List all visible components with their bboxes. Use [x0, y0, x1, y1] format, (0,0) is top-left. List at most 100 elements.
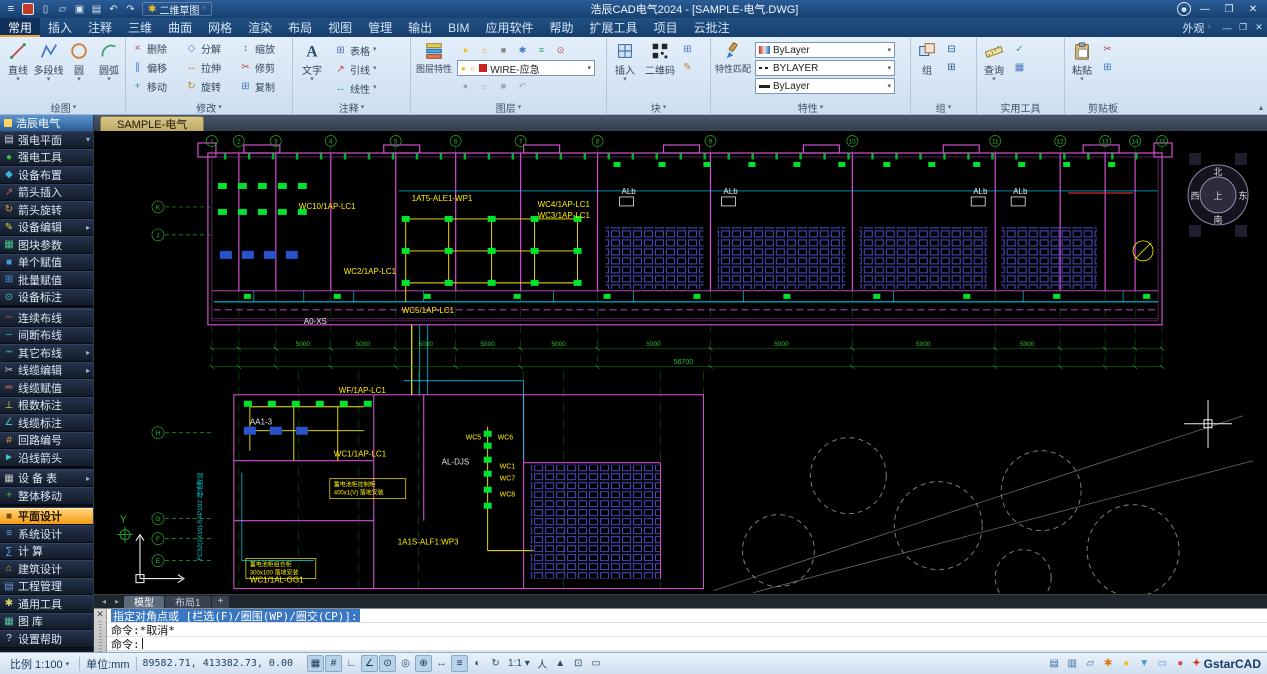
sidebar-item-图库[interactable]: ▦图 库: [0, 613, 93, 631]
sidebar-item-线缆标注[interactable]: ∠线缆标注: [0, 414, 93, 432]
sidebar-item-设备标注[interactable]: ⊙设备标注: [0, 289, 93, 307]
sidebar-item-通用工具[interactable]: ✱通用工具: [0, 595, 93, 613]
modify-rotate-button[interactable]: ↻旋转: [182, 77, 236, 95]
panel-label-utilities[interactable]: 实用工具: [979, 100, 1062, 114]
doc-restore-button[interactable]: ❐: [1235, 18, 1251, 37]
command-window-grip[interactable]: ✕: [94, 609, 107, 652]
modify-offset-button[interactable]: ∥偏移: [128, 58, 182, 76]
layer-isolate-icon[interactable]: ✱: [514, 42, 531, 59]
menu-tab-常用[interactable]: 常用: [0, 18, 40, 37]
modify-move-button[interactable]: +移动: [128, 77, 182, 95]
open-file-icon[interactable]: ▱: [55, 2, 70, 16]
sidebar-item-系统设计[interactable]: ≡系统设计: [0, 525, 93, 543]
app-logo-icon[interactable]: [22, 3, 34, 15]
sidebar-item-设备布置[interactable]: ◆设备布置: [0, 166, 93, 184]
menu-tab-网格[interactable]: 网格: [200, 18, 240, 37]
restore-button[interactable]: ❐: [1219, 2, 1239, 17]
polyline-button[interactable]: 多段线 ▾: [34, 39, 63, 83]
tab-scroll-left-icon[interactable]: ◂: [98, 597, 110, 606]
transparency-toggle[interactable]: ◐: [469, 655, 486, 672]
menu-tab-渲染[interactable]: 渲染: [240, 18, 280, 37]
sidebar-item-间断布线[interactable]: ┄间断布线: [0, 327, 93, 345]
menu-tab-曲面[interactable]: 曲面: [160, 18, 200, 37]
layer-lock-icon[interactable]: ■: [495, 42, 512, 59]
undo-icon[interactable]: ↶: [106, 2, 121, 16]
sidebar-item-设备编辑[interactable]: ✎设备编辑▸: [0, 219, 93, 237]
tab-scroll-right-icon[interactable]: ▸: [111, 597, 123, 606]
tips-bulb-icon[interactable]: ●: [1118, 656, 1134, 672]
app-menu-icon[interactable]: ≡: [4, 3, 18, 15]
brand-logo[interactable]: ✦ GstarCAD: [1192, 657, 1261, 671]
sidebar-item-强电工具[interactable]: ●强电工具: [0, 149, 93, 167]
menu-tab-插入[interactable]: 插入: [40, 18, 80, 37]
layer-properties-button[interactable]: 图层特性: [413, 39, 455, 75]
workspace-switcher[interactable]: ✱ 二维草图 ▾: [142, 2, 212, 16]
modify-stretch-button[interactable]: ↔拉伸: [182, 58, 236, 76]
panel-label-layer[interactable]: 图层▾: [413, 100, 604, 114]
appearance-menu[interactable]: 外观 ▾: [1174, 18, 1219, 37]
annotation-scale-control[interactable]: 1:1 ▾: [505, 655, 533, 672]
menu-tab-输出[interactable]: 输出: [400, 18, 440, 37]
drawing-canvas[interactable]: 北南西东上: [94, 131, 1267, 594]
cut-icon[interactable]: ✂: [1099, 41, 1116, 58]
osnap-toggle[interactable]: ⊙: [379, 655, 396, 672]
leader-button[interactable]: ↗引线▾: [331, 60, 380, 78]
message-icon[interactable]: ▭: [1154, 656, 1170, 672]
sidebar-item-强电平面[interactable]: ▤强电平面▾: [0, 131, 93, 149]
insert-block-button[interactable]: 插入 ▾: [609, 39, 641, 83]
sidebar-item-根数标注[interactable]: ⊥根数标注: [0, 397, 93, 415]
text-button[interactable]: A 文字 ▾: [295, 39, 329, 83]
graphics-config-icon[interactable]: ▥: [1064, 656, 1080, 672]
annotation-monitor-toggle[interactable]: 人: [534, 655, 551, 672]
doc-close-button[interactable]: ✕: [1251, 18, 1267, 37]
modify-scale-button[interactable]: ↕缩放: [236, 39, 290, 57]
panel-label-draw[interactable]: 绘图▾: [4, 100, 123, 114]
panel-label-group[interactable]: 组▾: [913, 100, 974, 114]
modify-trim-button[interactable]: ✂修剪: [236, 58, 290, 76]
notification-badge-icon[interactable]: ●: [1172, 656, 1188, 672]
group-button[interactable]: 组: [913, 39, 941, 77]
panel-label-properties[interactable]: 特性▾: [713, 100, 908, 114]
settings-gear-icon[interactable]: ✱: [1100, 656, 1116, 672]
minimize-button[interactable]: —: [1195, 2, 1215, 17]
isolate-objects-toggle[interactable]: ▲: [552, 655, 569, 672]
layer-thaw-icon[interactable]: ☼: [476, 78, 493, 95]
document-tab[interactable]: SAMPLE-电气: [100, 116, 204, 131]
lineweight-toggle[interactable]: ≡: [451, 655, 468, 672]
layout-tab-布局1[interactable]: 布局1: [165, 596, 211, 608]
color-control-dropdown[interactable]: ByLayer ▾: [755, 42, 895, 58]
menu-tab-云批注[interactable]: 云批注: [686, 18, 738, 37]
arc-button[interactable]: 圆弧 ▾: [95, 39, 123, 83]
grid-toggle[interactable]: ▦: [307, 655, 324, 672]
qrcode-button[interactable]: 二维码: [643, 39, 677, 77]
line-button[interactable]: 直线 ▾: [4, 39, 32, 83]
sidebar-item-计算[interactable]: ∑计 算: [0, 543, 93, 561]
command-drag-handle[interactable]: [99, 621, 102, 652]
menu-tab-管理[interactable]: 管理: [360, 18, 400, 37]
sidebar-item-箭头旋转[interactable]: ↻箭头旋转: [0, 201, 93, 219]
hardware-accel-toggle[interactable]: ⊡: [570, 655, 587, 672]
match-properties-button[interactable]: 特性匹配: [713, 39, 753, 75]
sidebar-item-其它布线[interactable]: ┉其它布线▸: [0, 344, 93, 362]
sidebar-item-线缆赋值[interactable]: ═线缆赋值: [0, 379, 93, 397]
paste-button[interactable]: 粘贴 ▾: [1067, 39, 1097, 83]
modify-erase-button[interactable]: ×删除: [128, 39, 182, 57]
ungroup-icon[interactable]: ⊟: [943, 41, 960, 58]
drawing-viewport[interactable]: 北南西东上: [94, 131, 1267, 594]
table-button[interactable]: ⊞表格▾: [331, 41, 380, 59]
dynamic-input-toggle[interactable]: ↔: [433, 655, 450, 672]
layer-on-icon[interactable]: ●: [457, 42, 474, 59]
command-input-line[interactable]: 命令:: [107, 637, 1267, 651]
sidebar-item-回路编号[interactable]: #回路编号: [0, 432, 93, 450]
modify-copy-button[interactable]: ⊞复制: [236, 77, 290, 95]
panel-label-annotate[interactable]: 注释▾: [295, 100, 408, 114]
new-layout-tab-button[interactable]: +: [212, 596, 230, 608]
user-account-icon[interactable]: ☻: [1177, 2, 1191, 16]
panel-toggle-icon[interactable]: ▱: [1082, 656, 1098, 672]
calculator-icon[interactable]: ▦: [1011, 59, 1028, 76]
sidebar-item-线缆编辑[interactable]: ✂线缆编辑▸: [0, 362, 93, 380]
modify-explode-button[interactable]: ◇分解: [182, 39, 236, 57]
polar-toggle[interactable]: ∠: [361, 655, 378, 672]
clean-screen-toggle[interactable]: ▭: [588, 655, 605, 672]
layer-select-dropdown[interactable]: ● ☼ WIRE-应急 ▾: [457, 60, 595, 76]
